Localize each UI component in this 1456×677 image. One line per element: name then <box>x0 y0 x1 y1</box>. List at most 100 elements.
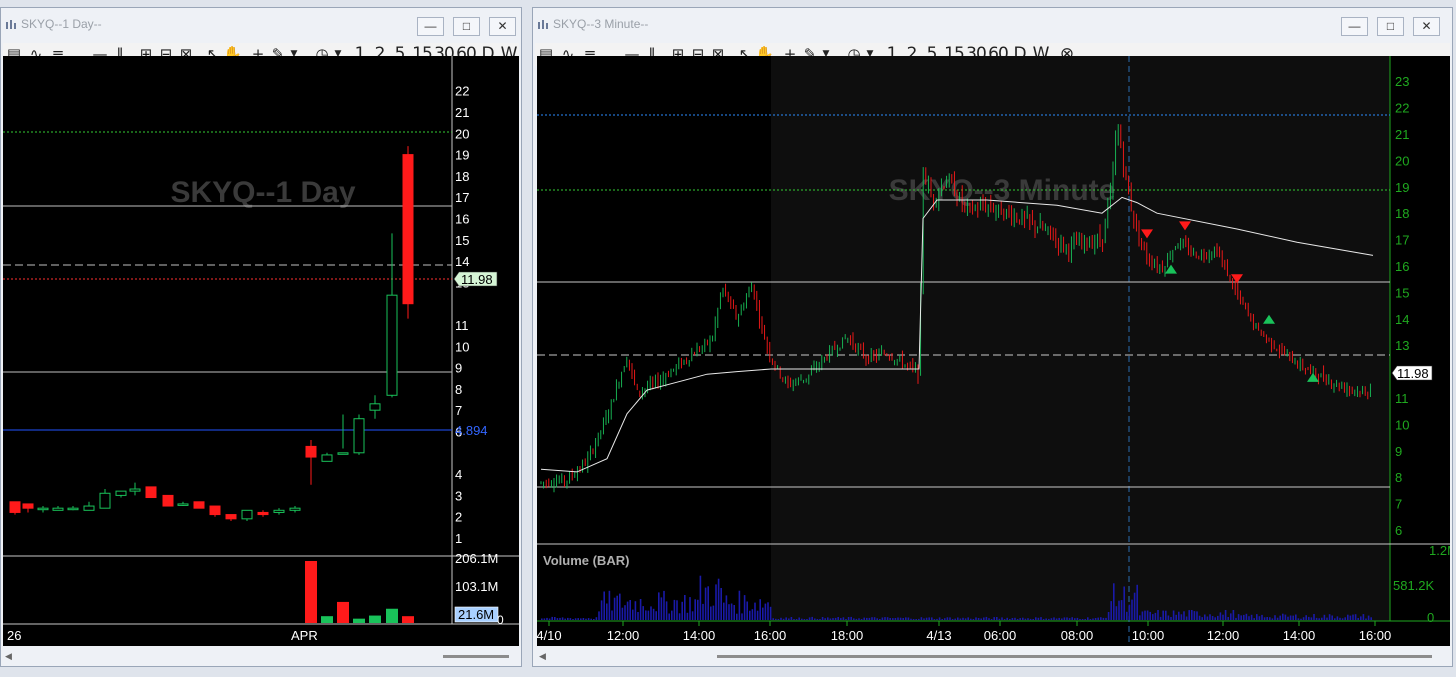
intraday-volume-bar <box>751 609 754 620</box>
daily-candle-body <box>209 505 221 516</box>
daily-candle-body <box>305 445 317 458</box>
intraday-volume-bar <box>780 617 782 620</box>
intraday-volume-bar <box>1297 618 1300 620</box>
intraday-volume-bar <box>673 599 676 620</box>
close-button[interactable]: ✕ <box>489 17 516 36</box>
time-axis-label: 08:00 <box>1061 628 1094 643</box>
intraday-volume-bar <box>1113 583 1115 620</box>
ma-label: 4.894 <box>455 423 488 438</box>
daily-volume-bars <box>305 561 414 623</box>
volume-zero-label: 0 <box>1427 610 1434 625</box>
intraday-volume-bar <box>769 606 772 620</box>
intraday-volume-bar <box>1050 618 1053 620</box>
intraday-volume-bar <box>587 618 590 620</box>
intraday-volume-bar <box>572 619 574 620</box>
intraday-volume-bar <box>881 617 884 620</box>
maximize-button[interactable]: □ <box>453 17 480 36</box>
intraday-volume-bar <box>1115 606 1118 620</box>
intraday-volume-bar <box>556 618 559 620</box>
maximize-button[interactable]: □ <box>1377 17 1404 36</box>
intraday-volume-bar <box>1009 619 1011 620</box>
intraday-price-chart[interactable]: SKYQ--3 Minute 2322212019181716151413121… <box>537 56 1450 646</box>
left-horizontal-scrollbar[interactable]: ◀ <box>3 649 519 663</box>
intraday-volume-bar <box>1198 615 1201 620</box>
intraday-volume-bar <box>1183 611 1185 620</box>
daily-volume-bar <box>369 615 381 623</box>
intraday-volume-bar <box>1282 613 1284 620</box>
intraday-volume-bar <box>847 617 850 620</box>
chart-watermark: SKYQ--1 Day <box>170 176 355 209</box>
intraday-volume-bar <box>1061 618 1063 620</box>
daily-candle-body <box>353 418 365 454</box>
minimize-button[interactable]: — <box>1341 17 1368 36</box>
intraday-volume-bar <box>790 617 793 620</box>
intraday-volume-bar <box>795 619 798 620</box>
intraday-volume-bar <box>681 601 683 620</box>
intraday-volume-bar <box>543 618 546 620</box>
intraday-volume-bar <box>1230 613 1232 620</box>
intraday-volume-bar <box>1360 616 1362 620</box>
intraday-volume-bar <box>1326 617 1328 620</box>
intraday-volume-bar <box>694 599 696 620</box>
intraday-volume-bar <box>725 595 728 620</box>
intraday-volume-bar <box>1310 617 1313 620</box>
intraday-volume-bar <box>1237 614 1240 620</box>
intraday-volume-bar <box>1253 618 1255 620</box>
minimize-button[interactable]: — <box>417 17 444 36</box>
intraday-volume-bar <box>676 600 678 620</box>
intraday-volume-bar <box>829 618 832 620</box>
intraday-volume-bar <box>993 617 995 620</box>
price-axis-tick: 7 <box>1395 497 1402 512</box>
time-axis-label: 18:00 <box>831 628 864 643</box>
intraday-volume-bar <box>1131 599 1133 620</box>
intraday-volume-bar <box>972 619 975 620</box>
daily-price-chart[interactable]: SKYQ--1 Day 2221201918171615141311109876… <box>3 56 519 646</box>
intraday-volume-bar <box>678 613 681 620</box>
intraday-volume-bar <box>1284 614 1287 620</box>
intraday-volume-bar <box>1120 600 1123 620</box>
intraday-volume-bar <box>866 617 868 620</box>
intraday-volume-bar <box>811 616 813 620</box>
intraday-volume-bar <box>962 617 964 620</box>
intraday-volume-bar <box>1172 610 1175 620</box>
intraday-volume-bar <box>1211 616 1214 620</box>
intraday-volume-bar <box>1087 617 1089 620</box>
date-label-26: 26 <box>7 628 21 643</box>
price-axis-tick: 9 <box>455 361 462 376</box>
intraday-volume-bar <box>665 601 668 620</box>
intraday-volume-bar <box>554 617 556 620</box>
intraday-volume-bar <box>798 617 800 620</box>
left-scroll-thumb[interactable] <box>443 655 509 658</box>
intraday-volume-bar <box>559 617 561 620</box>
intraday-volume-bar <box>788 618 790 620</box>
time-axis-label: 16:00 <box>1359 628 1392 643</box>
intraday-volume-bar <box>1032 619 1034 620</box>
intraday-volume-bar <box>1321 617 1323 620</box>
price-axis-tick: 19 <box>1395 180 1409 195</box>
intraday-volume-bar <box>738 590 741 620</box>
intraday-volume-bar <box>728 604 730 620</box>
intraday-volume-bar <box>907 617 910 620</box>
intraday-volume-bar <box>723 602 725 620</box>
intraday-volume-bar <box>824 618 826 620</box>
right-title-bar[interactable]: SKYQ--3 Minute-- — □ ✕ <box>533 8 1452 38</box>
intraday-volume-bar <box>1110 601 1112 620</box>
intraday-volume-bar <box>1245 613 1248 620</box>
right-horizontal-scrollbar[interactable]: ◀ <box>537 649 1450 663</box>
intraday-volume-bar <box>1048 618 1050 620</box>
close-button[interactable]: ✕ <box>1413 17 1440 36</box>
intraday-volume-bar <box>1336 616 1339 620</box>
intraday-volume-bar <box>1193 611 1196 620</box>
right-scroll-thumb[interactable] <box>717 655 1432 658</box>
intraday-volume-bar <box>821 617 824 620</box>
intraday-volume-bar <box>1165 610 1167 620</box>
intraday-volume-bar <box>598 611 600 620</box>
intraday-volume-bar <box>1144 610 1146 620</box>
daily-candle-body <box>289 507 301 511</box>
intraday-volume-bar <box>928 617 930 620</box>
left-title-bar[interactable]: SKYQ--1 Day-- — □ ✕ <box>1 8 521 38</box>
intraday-volume-bar <box>712 605 715 620</box>
intraday-volume-bar <box>697 599 699 620</box>
intraday-volume-bar <box>1188 610 1190 620</box>
intraday-volume-bar <box>931 617 933 620</box>
